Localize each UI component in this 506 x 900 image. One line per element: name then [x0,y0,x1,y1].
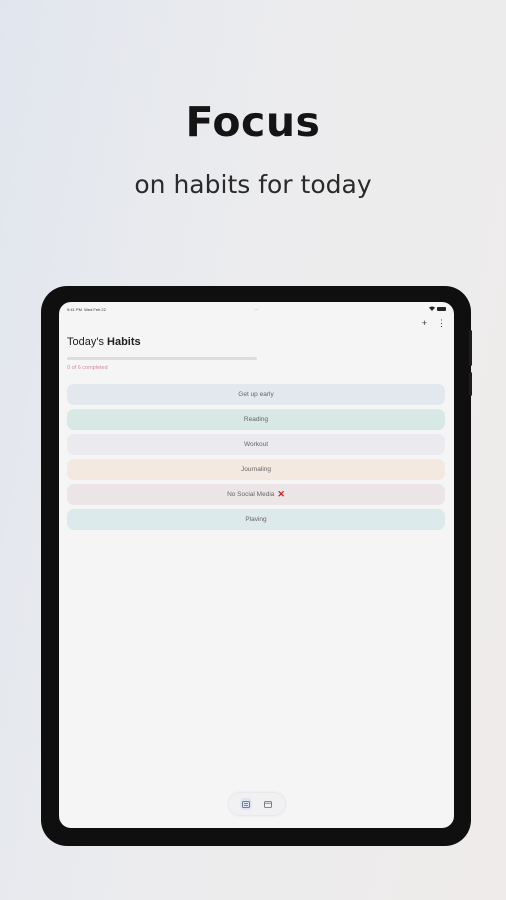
top-actions: + ⋮ [422,318,446,329]
nav-list-button[interactable] [239,795,252,813]
habit-item-no-social-media[interactable]: No Social Media ✕ [67,484,445,505]
habit-label: No Social Media [227,491,275,498]
status-bar: 9:41 PM Wed Feb 22 ··· [59,305,454,313]
habit-item-journaling[interactable]: Journaling [67,459,445,480]
progress-label: 0 of 6 completed [67,365,108,371]
habit-label: Reading [243,416,269,423]
list-icon [241,795,250,813]
status-url: ··· [254,306,259,312]
progress-bar [67,357,257,360]
habit-label: Get up early [238,391,274,398]
habit-label: Journaling [241,466,271,473]
failed-x-icon: ✕ [277,489,285,499]
page-title: Today's Habits [67,336,141,348]
habit-item-get-up-early[interactable]: Get up early [67,384,445,405]
tablet-screen: 9:41 PM Wed Feb 22 ··· + ⋮ Today's Habit… [59,302,454,828]
habit-item-plaving[interactable]: Plaving [67,509,445,530]
tablet-side-button [469,330,472,366]
subheadline: on habits for today [134,170,372,199]
habit-label: Plaving [245,516,267,523]
habit-label: Workout [243,441,269,448]
more-menu-button[interactable]: ⋮ [437,318,446,329]
status-icons [429,306,446,312]
add-habit-button[interactable]: + [422,318,427,329]
habit-list: Get up early Reading Workout Journaling … [67,384,445,534]
nav-calendar-button[interactable] [262,798,274,810]
calendar-icon [264,795,273,813]
tablet-side-button [469,372,472,396]
bottom-nav [229,793,285,815]
habit-item-workout[interactable]: Workout [67,434,445,455]
battery-icon [437,307,446,311]
habit-item-reading[interactable]: Reading [67,409,445,430]
wifi-icon [429,306,435,312]
headline: Focus [185,98,321,146]
